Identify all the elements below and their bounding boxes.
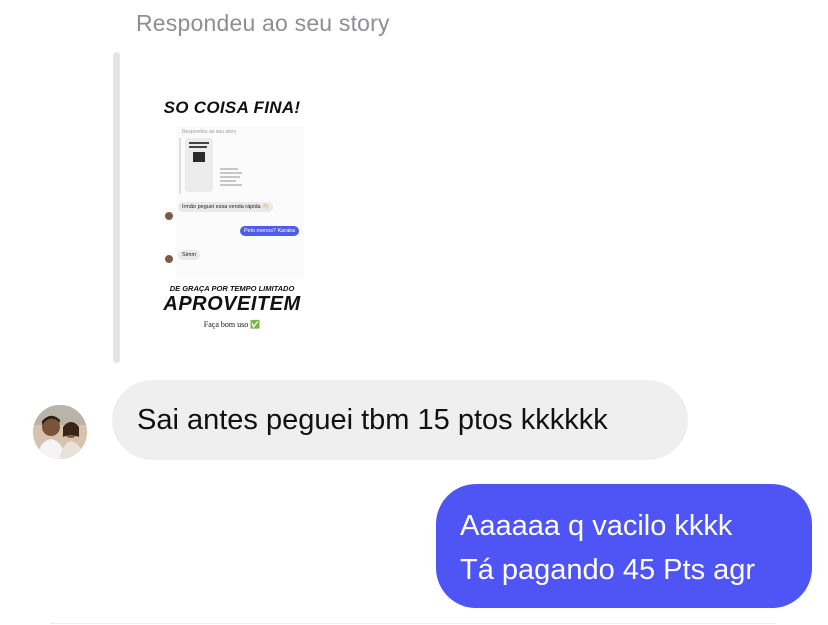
story-cta: APROVEITEM <box>163 293 301 315</box>
nested-avatar <box>165 255 173 263</box>
nested-avatar <box>165 212 173 220</box>
nested-story-thumbnail <box>185 138 213 192</box>
outgoing-message-bubble[interactable]: Aaaaaa q vacilo kkkk Tá pagando 45 Pts a… <box>436 484 812 608</box>
story-embedded-screenshot: Respondeu ao seu story Irmão peguei essa… <box>165 126 304 278</box>
outgoing-message-line: Tá pagando 45 Pts agr <box>460 554 756 586</box>
story-reply-thumbnail[interactable]: SO COISA FINA! Respondeu ao seu story Ir… <box>144 52 320 361</box>
quote-bar <box>113 52 120 363</box>
nested-bubble-incoming: Irmão peguei essa venda rápida 👏🏻 <box>178 202 273 212</box>
story-headline: SO COISA FINA! <box>163 98 301 117</box>
nested-bubble-outgoing: Pelo menos? Karaka <box>240 226 300 236</box>
avatar-photo-icon <box>33 405 87 459</box>
avatar[interactable] <box>33 405 87 459</box>
nested-reply-caption: Respondeu ao seu story <box>182 129 237 135</box>
reply-caption: Respondeu ao seu story <box>136 10 390 36</box>
nested-bubble-incoming: Simm <box>178 250 201 260</box>
incoming-message-bubble[interactable]: Sai antes peguei tbm 15 ptos kkkkkk <box>112 380 688 460</box>
story-promo-line: DE GRAÇA POR TEMPO LIMITADO <box>169 284 295 293</box>
story-content: SO COISA FINA! Respondeu ao seu story Ir… <box>144 52 320 361</box>
story-footer: Faça bom uso ✅ <box>203 320 261 329</box>
outgoing-message-line: Aaaaaa q vacilo kkkk <box>460 510 733 542</box>
composer-divider <box>50 623 776 624</box>
nested-quote-bar <box>179 138 181 194</box>
incoming-message-text: Sai antes peguei tbm 15 ptos kkkkkk <box>137 403 608 436</box>
